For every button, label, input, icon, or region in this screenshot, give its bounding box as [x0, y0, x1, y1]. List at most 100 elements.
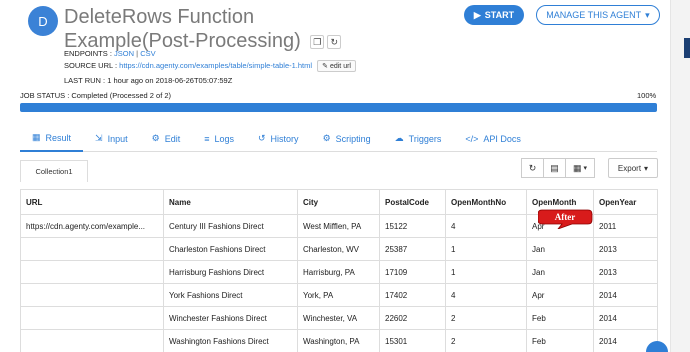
cell-openmonth: Apr	[526, 283, 594, 307]
copy-icon[interactable]: ❐	[310, 34, 325, 49]
caret-down-icon: ▾	[645, 9, 650, 20]
table-row: Charleston Fashions Direct Charleston, W…	[20, 237, 658, 261]
chat-widget-button[interactable]	[646, 341, 668, 352]
cell-city: West Mifflen, PA	[297, 214, 380, 238]
grid-icon: ▦	[572, 162, 582, 173]
cell-openmonth: Feb	[526, 329, 594, 352]
tab-input[interactable]: ⇲ Input	[83, 126, 140, 152]
tab-edit[interactable]: ⚙ Edit	[140, 126, 193, 152]
last-run-line: LAST RUN : 1 hour ago on 2018-06-26T05:0…	[64, 76, 233, 85]
collection-tab[interactable]: Collection1	[20, 160, 88, 182]
cell-postalcode: 15122	[379, 214, 446, 238]
tab-api-docs[interactable]: </> API Docs	[453, 126, 533, 152]
cell-city: Winchester, VA	[297, 306, 380, 330]
cell-openmonthno: 4	[445, 214, 527, 238]
cell-openmonthno: 2	[445, 329, 527, 352]
feedback-tab[interactable]	[684, 38, 690, 58]
gears-icon: ⚙	[151, 133, 160, 143]
cell-openmonthno: 1	[445, 260, 527, 284]
grid-menu-button[interactable]: ▦ ▾	[565, 158, 595, 178]
json-endpoint-link[interactable]: JSON	[114, 49, 134, 58]
pencil-icon: ✎	[322, 63, 329, 70]
brackets-icon: </>	[465, 133, 479, 144]
cell-postalcode: 17402	[379, 283, 446, 307]
cell-city: Charleston, WV	[297, 237, 380, 261]
progress-bar	[20, 103, 657, 112]
source-url-link[interactable]: https://cdn.agenty.com/examples/table/si…	[119, 61, 312, 70]
job-status: JOB STATUS : Completed (Processed 2 of 2…	[20, 91, 172, 100]
cell-url	[20, 306, 164, 330]
cell-openmonthno: 4	[445, 283, 527, 307]
cell-openmonth: Feb	[526, 306, 594, 330]
cell-name: Winchester Fashions Direct	[163, 306, 298, 330]
agent-tabs: ▦ Result ⇲ Input ⚙ Edit ≡ Logs ↺ History…	[20, 126, 657, 152]
cell-url	[20, 283, 164, 307]
after-callout-text: After	[555, 212, 575, 222]
cloud-upload-icon: ☁	[394, 133, 404, 143]
csv-endpoint-link[interactable]: CSV	[140, 49, 155, 58]
cell-openyear: 2014	[593, 283, 658, 307]
table-row: Washington Fashions Direct Washington, P…	[20, 329, 658, 352]
table-icon: ▦	[32, 132, 41, 142]
cell-city: Harrisburg, PA	[297, 260, 380, 284]
toggle-view-button[interactable]: ▤	[543, 158, 566, 178]
progress-percent: 100%	[637, 91, 657, 100]
cell-openmonthno: 1	[445, 237, 527, 261]
column-header-url[interactable]: URL	[20, 189, 164, 215]
cell-openmonthno: 2	[445, 306, 527, 330]
tab-result[interactable]: ▦ Result	[20, 126, 84, 152]
cell-city: York, PA	[297, 283, 380, 307]
column-header-openyear[interactable]: OpenYear	[593, 189, 658, 215]
table-row: Winchester Fashions Direct Winchester, V…	[20, 306, 658, 330]
list-icon: ≡	[204, 133, 210, 144]
cell-city: Washington, PA	[297, 329, 380, 352]
column-header-openmonthno[interactable]: OpenMonthNo	[445, 189, 527, 215]
tab-logs[interactable]: ≡ Logs	[192, 126, 246, 152]
column-header-postalcode[interactable]: PostalCode	[379, 189, 446, 215]
input-icon: ⇲	[95, 133, 103, 143]
cell-url	[20, 237, 164, 261]
cell-openyear: 2014	[593, 306, 658, 330]
tab-scripting[interactable]: ⚙ Scripting	[311, 126, 383, 152]
after-callout: After	[538, 209, 593, 229]
progress-bar-fill	[20, 103, 657, 112]
cell-name: Century III Fashions Direct	[163, 214, 298, 238]
cell-postalcode: 17109	[379, 260, 446, 284]
source-url-line: SOURCE URL : https://cdn.agenty.com/exam…	[64, 60, 356, 72]
history-icon: ↺	[258, 133, 266, 143]
cell-postalcode: 25387	[379, 237, 446, 261]
agent-title-text: DeleteRows Function Example(Post-Process…	[64, 6, 301, 52]
agent-avatar: D	[28, 6, 58, 36]
cell-name: Washington Fashions Direct	[163, 329, 298, 352]
start-button[interactable]: ▶ START	[464, 5, 524, 25]
table-row: Harrisburg Fashions Direct Harrisburg, P…	[20, 260, 658, 284]
cell-openmonth: Jan	[526, 237, 594, 261]
column-header-city[interactable]: City	[297, 189, 380, 215]
endpoints-line: ENDPOINTS : JSON | CSV	[64, 49, 156, 58]
cell-postalcode: 22602	[379, 306, 446, 330]
play-icon: ▶	[473, 9, 481, 20]
refresh-table-button[interactable]: ↻	[521, 158, 544, 178]
cell-openmonth: Jan	[526, 260, 594, 284]
cell-openyear: 2011	[593, 214, 658, 238]
caret-down-icon: ▾	[583, 165, 588, 172]
edit-url-button[interactable]: ✎ edit url	[317, 60, 356, 72]
cell-name: Harrisburg Fashions Direct	[163, 260, 298, 284]
cell-name: Charleston Fashions Direct	[163, 237, 298, 261]
cell-url	[20, 329, 164, 352]
cell-postalcode: 15301	[379, 329, 446, 352]
export-dropdown[interactable]: Export ▾	[608, 158, 658, 178]
cell-url	[20, 260, 164, 284]
code-icon: ⚙	[322, 133, 331, 143]
refresh-icon[interactable]: ↻	[327, 34, 342, 49]
column-header-name[interactable]: Name	[163, 189, 298, 215]
tab-history[interactable]: ↺ History	[246, 126, 311, 152]
cell-openyear: 2013	[593, 237, 658, 261]
table-toolbar: ↻ ▤ ▦ ▾	[521, 158, 595, 178]
cell-url: https://cdn.agenty.com/example...	[20, 214, 164, 238]
cell-openyear: 2013	[593, 260, 658, 284]
table-row: York Fashions Direct York, PA 17402 4 Ap…	[20, 283, 658, 307]
manage-agent-button[interactable]: MANAGE THIS AGENT ▾	[536, 5, 660, 25]
tab-triggers[interactable]: ☁ Triggers	[383, 126, 454, 152]
refresh-icon: ↻	[528, 162, 537, 173]
